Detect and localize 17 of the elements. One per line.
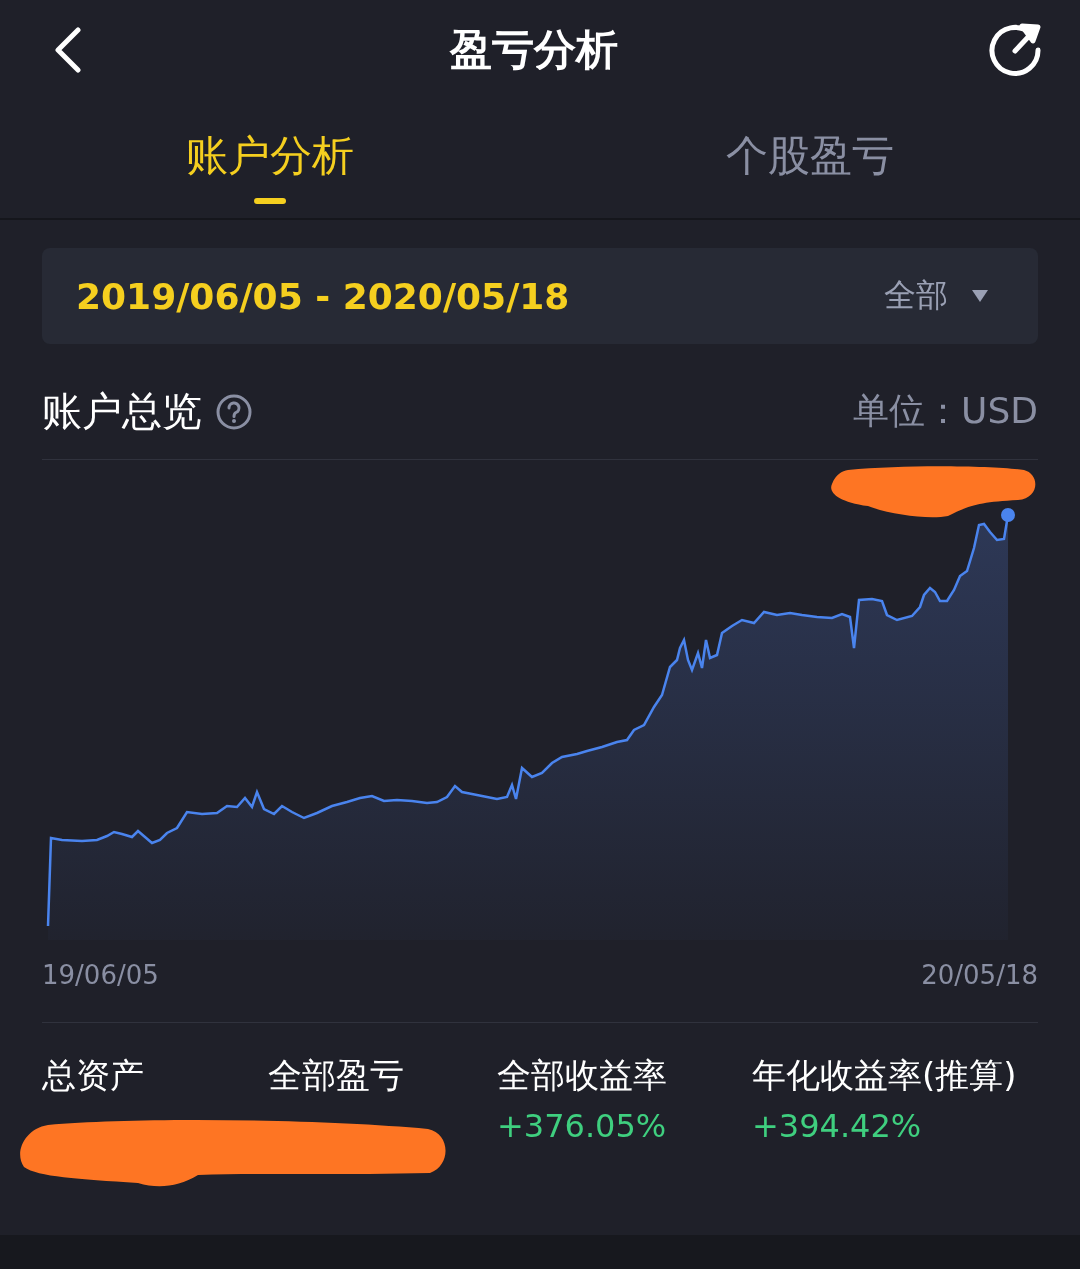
section-title: 账户总览 xyxy=(42,387,202,436)
stat-label: 全部收益率 xyxy=(497,1054,668,1097)
caret-icon xyxy=(972,290,988,302)
page-title: 盈亏分析 xyxy=(450,24,618,76)
stat-label: 年化收益率(推算) xyxy=(752,1054,1018,1097)
stat-label: 全部盈亏 xyxy=(268,1054,405,1097)
stat-value: +376.05% xyxy=(497,1107,668,1145)
axis-label: 20/05/18 xyxy=(921,960,1038,990)
date-range-selector[interactable]: 2019/06/05 - 2020/05/18 全部 xyxy=(42,248,1038,344)
help-icon[interactable] xyxy=(216,393,252,430)
back-icon[interactable] xyxy=(52,27,82,73)
unit-label: 单位：USD xyxy=(853,389,1038,433)
tab[interactable]: 账户分析 xyxy=(0,100,540,218)
axis-label: 19/06/05 xyxy=(42,960,159,990)
tab[interactable]: 个股盈亏 xyxy=(540,100,1080,218)
stat-value: +394.42% xyxy=(752,1107,923,1145)
stat-label: 总资产 xyxy=(42,1054,145,1097)
